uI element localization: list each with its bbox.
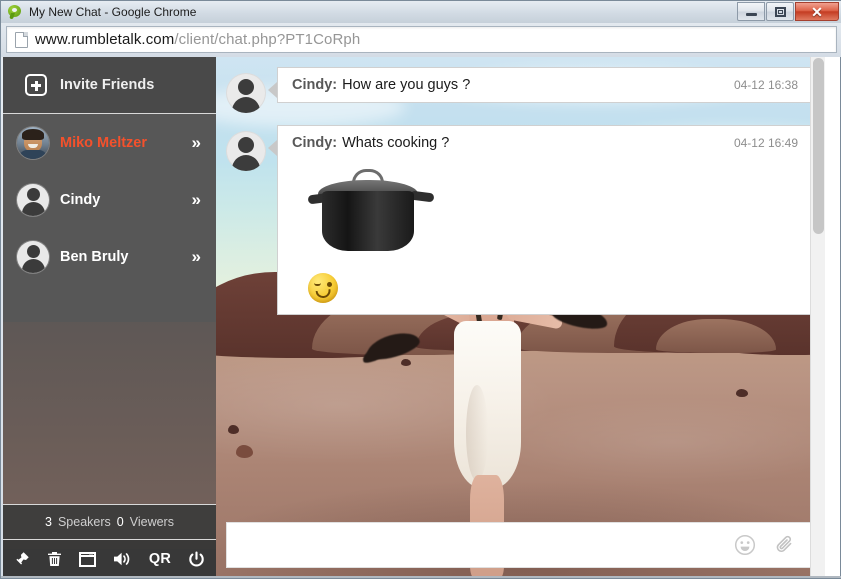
message-row: Cindy: Whats cooking ? 04-12 16:49 xyxy=(226,125,811,315)
message-sender: Cindy: xyxy=(292,135,337,151)
message-input[interactable] xyxy=(227,523,734,567)
address-bar[interactable]: www.rumbletalk.com/client/chat.php?PT1Co… xyxy=(6,26,837,53)
bubble-tail xyxy=(269,141,277,155)
qr-label: QR xyxy=(149,551,171,567)
scrollbar-thumb[interactable] xyxy=(813,58,824,234)
message-bubble: Cindy: How are you guys ? 04-12 16:38 xyxy=(277,67,811,103)
chevron-right-icon[interactable]: » xyxy=(192,191,199,208)
power-icon[interactable] xyxy=(188,551,205,568)
message-row: Cindy: How are you guys ? 04-12 16:38 xyxy=(226,67,811,113)
speaker-icon[interactable] xyxy=(113,551,132,567)
message-time: 04-12 16:49 xyxy=(734,136,798,150)
avatar xyxy=(17,127,49,159)
bubble-tail xyxy=(269,83,277,97)
paperclip-icon[interactable] xyxy=(774,534,796,556)
avatar xyxy=(17,241,49,273)
trash-icon[interactable] xyxy=(47,551,62,567)
url-text: www.rumbletalk.com/client/chat.php?PT1Co… xyxy=(35,31,360,48)
url-path: /client/chat.php?PT1CoRph xyxy=(174,31,360,48)
user-list-item-miko[interactable]: Miko Meltzer » xyxy=(3,114,216,171)
chevron-right-icon[interactable]: » xyxy=(192,248,199,265)
winking-smiley-icon xyxy=(308,273,338,303)
sidebar: Invite Friends Miko Meltzer » Cindy » xyxy=(3,57,216,578)
browser-viewport: Invite Friends Miko Meltzer » Cindy » xyxy=(3,57,840,578)
invite-friends-button[interactable]: Invite Friends xyxy=(3,57,216,114)
message-sender: Cindy: xyxy=(292,77,337,93)
close-button[interactable]: ✕ xyxy=(795,2,839,21)
web-page: Invite Friends Miko Meltzer » Cindy » xyxy=(3,57,825,578)
message-list: Cindy: How are you guys ? 04-12 16:38 xyxy=(216,57,825,327)
message-emoji xyxy=(308,273,798,303)
avatar xyxy=(226,73,266,113)
chat-panel: Cindy: How are you guys ? 04-12 16:38 xyxy=(216,57,825,578)
page-scrollbar[interactable] xyxy=(810,57,825,578)
message-time: 04-12 16:38 xyxy=(734,78,798,92)
window-icon[interactable] xyxy=(79,552,96,567)
message-input-bar xyxy=(226,522,815,568)
minimize-button[interactable] xyxy=(737,2,765,21)
maximize-icon xyxy=(775,7,786,17)
toolbar: www.rumbletalk.com/client/chat.php?PT1Co… xyxy=(1,23,841,57)
qr-icon[interactable]: QR xyxy=(149,551,171,567)
invite-friends-label: Invite Friends xyxy=(60,77,154,93)
user-list-item-cindy[interactable]: Cindy » xyxy=(3,171,216,228)
smiley-icon[interactable] xyxy=(734,534,756,556)
message-text: Whats cooking ? xyxy=(342,135,724,151)
viewers-label: Viewers xyxy=(130,515,174,529)
url-domain: www.rumbletalk.com xyxy=(35,31,174,48)
document-icon xyxy=(15,32,28,48)
browser-window: My New Chat - Google Chrome ✕ www.rumble… xyxy=(0,0,841,579)
plus-square-icon xyxy=(25,74,47,96)
user-list-item-ben[interactable]: Ben Bruly » xyxy=(3,228,216,285)
maximize-button[interactable] xyxy=(766,2,794,21)
window-bottom-edge xyxy=(1,576,841,578)
title-bar: My New Chat - Google Chrome ✕ xyxy=(1,1,841,23)
viewers-count: 0 xyxy=(117,515,124,529)
room-stats: 3 Speakers 0 Viewers xyxy=(3,504,216,540)
speakers-label: Speakers xyxy=(58,515,111,529)
sidebar-toolbar: QR xyxy=(3,540,216,578)
speakers-count: 3 xyxy=(45,515,52,529)
message-bubble: Cindy: Whats cooking ? 04-12 16:49 xyxy=(277,125,811,315)
window-controls: ✕ xyxy=(737,2,839,21)
close-icon: ✕ xyxy=(811,5,823,19)
message-attachment-image[interactable] xyxy=(308,163,434,259)
chevron-right-icon[interactable]: » xyxy=(192,134,199,151)
user-name: Cindy xyxy=(60,192,192,208)
window-title: My New Chat - Google Chrome xyxy=(29,5,196,19)
minimize-icon xyxy=(746,13,757,16)
user-list: Miko Meltzer » Cindy » Ben Bruly » xyxy=(3,114,216,285)
user-name: Ben Bruly xyxy=(60,249,192,265)
user-name: Miko Meltzer xyxy=(60,135,192,151)
message-text: How are you guys ? xyxy=(342,77,724,93)
avatar xyxy=(226,131,266,171)
chat-bubble-icon xyxy=(7,4,23,20)
pin-icon[interactable] xyxy=(14,551,30,567)
avatar xyxy=(17,184,49,216)
